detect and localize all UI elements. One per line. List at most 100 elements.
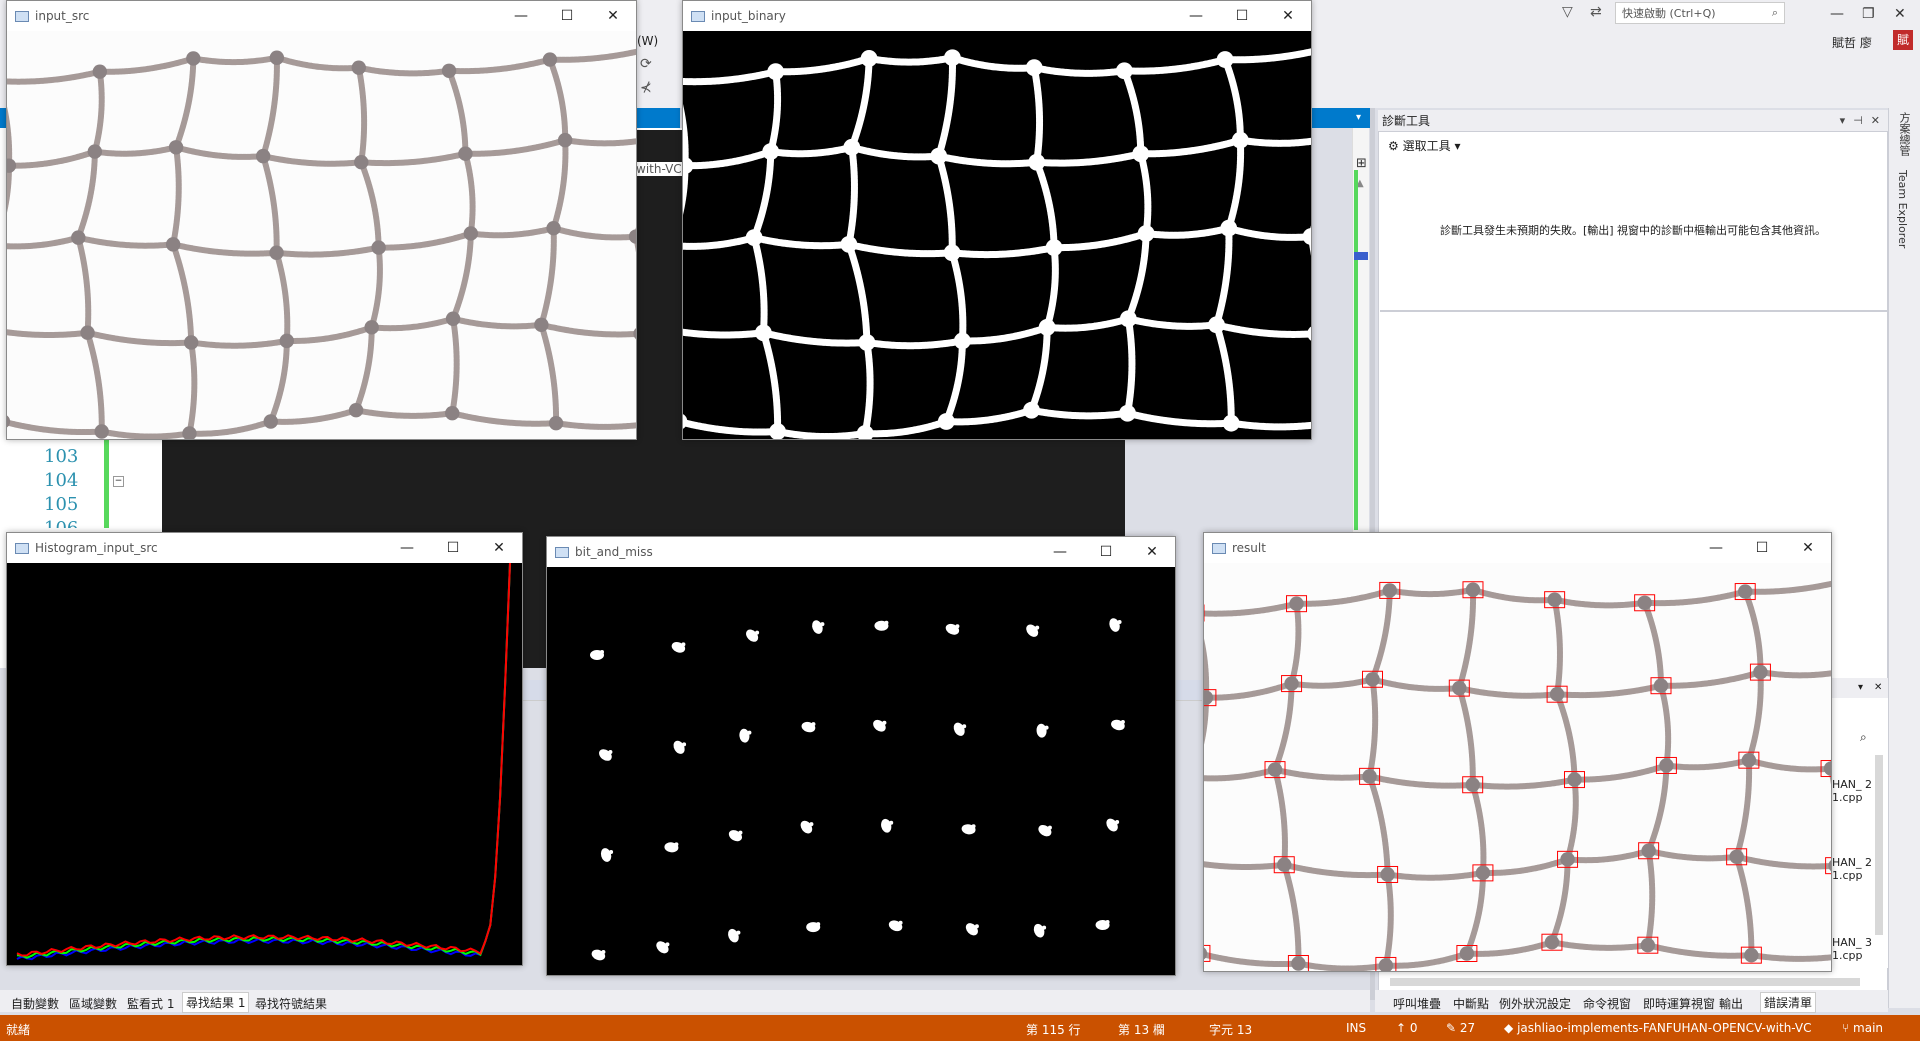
maximize-button[interactable]: ☐ [1219,8,1265,24]
change-indicator [1354,170,1358,530]
minimize-button[interactable]: — [1173,8,1219,24]
maximize-button[interactable]: ☐ [1083,544,1129,560]
diagnostic-error-message: 診斷工具發生未預期的失敗。[輸出] 視窗中的診斷中樞輸出可能包含其他資訊。 [1439,224,1827,237]
status-col[interactable]: 第 13 欄 [1118,1021,1165,1038]
window-result[interactable]: result — ☐ ✕ [1203,532,1832,972]
split-icon[interactable]: ⊞ [1356,156,1367,171]
bottom-tab[interactable]: 輸出 [1716,994,1746,1013]
window-input-binary[interactable]: input_binary — ☐ ✕ [682,0,1312,440]
close-button[interactable]: ✕ [476,540,522,556]
window-histogram[interactable]: Histogram_input_src — ☐ ✕ [6,532,523,966]
error-file-item[interactable]: HAN_ 3 1.cpp [1832,936,1872,962]
window-titlebar[interactable]: input_binary — ☐ ✕ [683,1,1311,31]
push-count: 0 [1409,1021,1418,1035]
select-tool-button[interactable]: ⚙ 選取工具 ▾ [1388,137,1460,154]
status-char[interactable]: 字元 13 [1209,1021,1252,1038]
window-titlebar[interactable]: result — ☐ ✕ [1204,533,1831,563]
window-bit-and-miss[interactable]: bit_and_miss — ☐ ✕ [546,536,1176,976]
quick-launch-input[interactable]: 快速啟動 (Ctrl+Q) ⌕ [1615,2,1785,24]
scrollbar[interactable] [1875,755,1883,935]
feedback-icon[interactable]: ⇄ [1590,4,1602,20]
bottom-tab[interactable]: 命令視窗 [1580,994,1634,1013]
line-number: 105 [44,494,79,515]
divider [1380,310,1888,312]
change-indicator [104,440,109,528]
window-titlebar[interactable]: Histogram_input_src — ☐ ✕ [7,533,522,563]
menu-item-window[interactable]: (W) [637,34,658,48]
error-file-item[interactable]: HAN_ 2 1.cpp [1832,856,1872,882]
error-file-line: HAN_ 2 [1832,778,1873,791]
status-push[interactable]: ↑ 0 [1396,1021,1418,1035]
tab-solution-explorer[interactable]: 方案總管 [1896,112,1912,156]
maximize-button[interactable]: ☐ [1739,540,1785,556]
window-titlebar[interactable]: input_src — ☐ ✕ [7,1,636,31]
close-button[interactable]: ✕ [1129,544,1175,560]
image-input-binary [683,31,1311,439]
vs-minimize-button[interactable]: — [1830,6,1844,22]
line-number: 106 [44,518,78,528]
avatar[interactable]: 賦 [1893,30,1913,50]
status-changes[interactable]: ✎ 27 [1446,1021,1475,1035]
rope-strands [683,48,1311,439]
bottom-tab[interactable]: 呼叫堆疊 [1390,994,1444,1013]
status-ins[interactable]: INS [1346,1021,1366,1035]
window-input-src[interactable]: input_src — ☐ ✕ [6,0,637,440]
bottom-tab[interactable]: 即時運算視窗 [1640,994,1718,1013]
hit-and-miss-image [590,618,1125,961]
bottom-tab[interactable]: 監看式 1 [124,994,177,1013]
rope-net-image [7,48,636,439]
collapse-icon[interactable]: − [113,476,124,487]
dropdown-icon[interactable]: ▾ [1840,114,1846,127]
bottom-tab[interactable]: 區域變數 [66,994,120,1013]
user-name[interactable]: 賦哲 廖 [1832,34,1872,51]
line-number: 103 [44,446,79,467]
refresh-icon[interactable]: ⟳ [640,56,652,72]
scroll-thumb[interactable] [1354,252,1368,260]
close-icon[interactable]: ✕ [1874,682,1882,693]
tab-dropdown-icon[interactable]: ▾ [1356,112,1361,123]
close-button[interactable]: ✕ [590,8,636,24]
vs-close-button[interactable]: ✕ [1894,6,1906,22]
minimize-button[interactable]: — [384,540,430,556]
tab-team-explorer[interactable]: Team Explorer [1896,170,1909,248]
bottom-tab[interactable]: 錯誤清單 [1760,992,1817,1013]
binary-net-image [683,48,1311,439]
error-file-item[interactable]: HAN_ 2 1.cpp [1832,778,1872,804]
minimize-button[interactable]: — [1037,544,1083,560]
filter-icon[interactable]: ▽ [1562,4,1573,20]
select-tool-label: 選取工具 [1402,139,1451,153]
minimize-button[interactable]: — [1693,540,1739,556]
editor-partial-tab[interactable]: with-VC [636,162,682,176]
status-branch[interactable]: ⑂ main [1842,1021,1883,1035]
pin-icon[interactable]: ⊣ [1853,114,1863,127]
branch-name: main [1853,1021,1884,1035]
bottom-tab[interactable]: 例外狀況設定 [1496,994,1574,1013]
bottom-tab[interactable]: 尋找符號結果 [252,994,330,1013]
minimize-button[interactable]: — [498,8,544,24]
changes-count: 27 [1459,1021,1476,1035]
error-file-line: 1.cpp [1832,869,1863,882]
window-app-icon [1212,542,1226,554]
close-button[interactable]: ✕ [1265,8,1311,24]
window-app-icon [691,10,705,22]
window-title: Histogram_input_src [35,541,158,555]
search-icon[interactable]: ⌕ [1860,730,1867,745]
bottom-tab[interactable]: 自動變數 [8,994,62,1013]
vs-restore-button[interactable]: ❐ [1862,6,1875,22]
maximize-button[interactable]: ☐ [430,540,476,556]
toolbar-icon[interactable]: ⊀ [640,80,652,96]
image-input-src [7,31,636,439]
status-line[interactable]: 第 115 行 [1026,1021,1081,1038]
window-titlebar[interactable]: bit_and_miss — ☐ ✕ [547,537,1175,567]
dropdown-icon[interactable]: ▾ [1858,682,1863,693]
error-file-line: HAN_ 2 [1832,856,1873,869]
close-button[interactable]: ✕ [1785,540,1831,556]
horizontal-scrollbar[interactable] [1390,978,1860,986]
rope-strands [7,48,636,439]
maximize-button[interactable]: ☐ [544,8,590,24]
close-icon[interactable]: ✕ [1871,114,1880,127]
bottom-tab[interactable]: 尋找結果 1 [182,992,250,1013]
bottom-tab[interactable]: 中斷點 [1450,994,1492,1013]
error-file-line: HAN_ 3 [1832,936,1873,949]
status-repo[interactable]: ◆ jashliao-implements-FANFUHAN-OPENCV-wi… [1504,1021,1812,1035]
